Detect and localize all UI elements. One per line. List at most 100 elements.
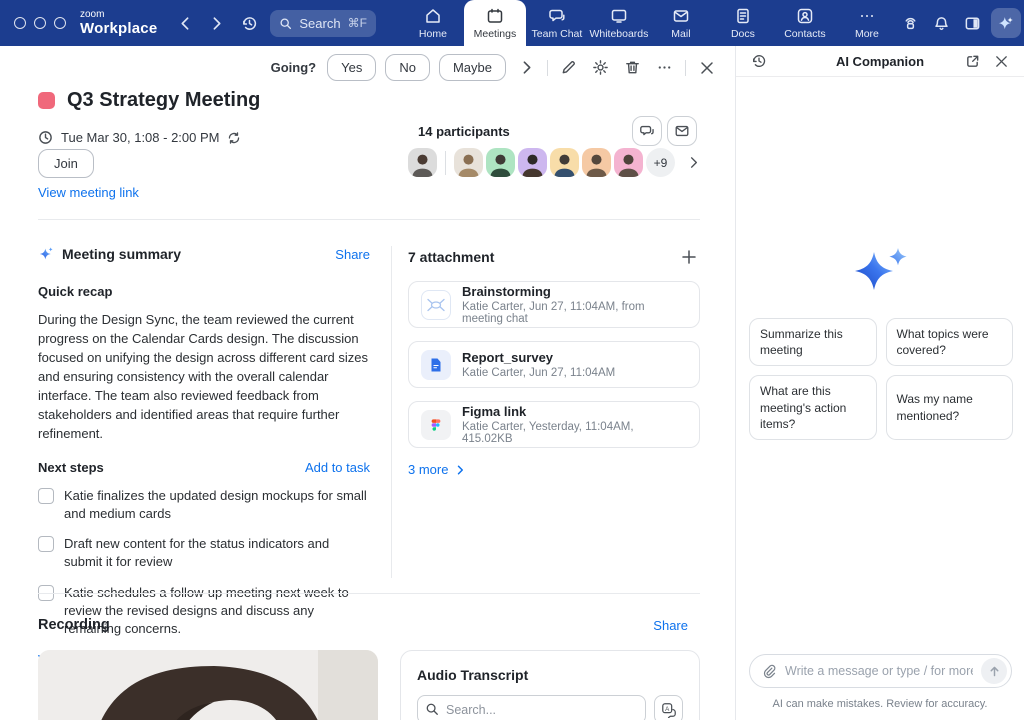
tab-docs[interactable]: Docs: [712, 0, 774, 46]
notifications-button[interactable]: [929, 11, 954, 36]
tab-team-chat[interactable]: Team Chat: [526, 0, 588, 46]
chat-icon: [548, 7, 566, 25]
plus-icon: [680, 248, 698, 266]
avatar[interactable]: [486, 148, 515, 177]
translate-icon: A: [661, 702, 677, 718]
avatar[interactable]: [582, 148, 611, 177]
mail-icon: [672, 7, 690, 25]
ai-chip-name-mentioned[interactable]: Was my name mentioned?: [886, 375, 1014, 440]
ai-sparkle-icon: [997, 15, 1014, 32]
more-icon: [858, 7, 876, 25]
going-label: Going?: [271, 60, 317, 75]
ai-sparkle-icon: [38, 246, 54, 262]
nav-back-button[interactable]: [173, 11, 198, 36]
global-search-input[interactable]: Search ⌘F: [270, 10, 376, 37]
ai-companion-button[interactable]: [991, 8, 1021, 38]
tab-mail-label: Mail: [671, 28, 690, 40]
translate-button[interactable]: A: [654, 695, 683, 720]
view-meeting-link[interactable]: View meeting link: [38, 185, 139, 200]
avatar[interactable]: [408, 148, 437, 177]
audio-transcript-heading: Audio Transcript: [417, 667, 683, 683]
paperclip-icon[interactable]: [762, 664, 777, 679]
attachment-item[interactable]: Figma link Katie Carter, Yesterday, 11:0…: [408, 401, 700, 448]
close-icon: [698, 59, 716, 77]
history-button[interactable]: [237, 11, 262, 36]
divider: [445, 151, 446, 175]
checkbox[interactable]: [38, 536, 54, 552]
meeting-summary-section: Meeting summary Share Quick recap During…: [38, 246, 370, 669]
chevron-left-icon: [177, 15, 194, 32]
search-icon: [279, 17, 292, 30]
meeting-settings-button[interactable]: [589, 56, 612, 79]
transcript-search-input[interactable]: [417, 695, 646, 720]
add-attachment-button[interactable]: [678, 246, 700, 268]
tab-contacts-label: Contacts: [784, 28, 825, 40]
rsvp-maybe-button[interactable]: Maybe: [439, 54, 506, 81]
ai-companion-logo: [736, 246, 1024, 300]
avatar[interactable]: [518, 148, 547, 177]
checkbox[interactable]: [38, 488, 54, 504]
rsvp-no-button[interactable]: No: [385, 54, 430, 81]
close-icon: [994, 54, 1009, 69]
tab-contacts[interactable]: Contacts: [774, 0, 836, 46]
close-panel-button[interactable]: [695, 56, 719, 80]
add-to-task-link[interactable]: Add to task: [305, 460, 370, 475]
summary-share-link[interactable]: Share: [335, 247, 370, 262]
phone-button[interactable]: [898, 11, 923, 36]
ai-close-button[interactable]: [992, 52, 1011, 71]
participants-avatars[interactable]: +9: [408, 148, 701, 177]
send-button[interactable]: [981, 658, 1007, 684]
attachment-item[interactable]: Report_survey Katie Carter, Jun 27, 11:0…: [408, 341, 700, 388]
window-controls[interactable]: [14, 17, 66, 29]
ai-chip-summarize[interactable]: Summarize this meeting: [749, 318, 877, 366]
rsvp-yes-button[interactable]: Yes: [327, 54, 376, 81]
window-close-button[interactable]: [14, 17, 26, 29]
divider: [685, 60, 686, 76]
avatar[interactable]: [454, 148, 483, 177]
tab-mail[interactable]: Mail: [650, 0, 712, 46]
rsvp-expand-button[interactable]: [515, 56, 538, 79]
chevron-right-icon: [208, 15, 225, 32]
ai-chip-topics[interactable]: What topics were covered?: [886, 318, 1014, 366]
whiteboard-thumbnail-icon: [421, 290, 451, 320]
ai-message-input[interactable]: [785, 664, 973, 678]
clock-icon: [38, 130, 53, 145]
contacts-icon: [796, 7, 814, 25]
ai-history-button[interactable]: [749, 51, 769, 71]
quick-recap-text: During the Design Sync, the team reviewe…: [38, 311, 370, 444]
delete-meeting-button[interactable]: [621, 56, 644, 79]
window-minimize-button[interactable]: [34, 17, 46, 29]
attachments-more-link[interactable]: 3 more: [408, 462, 466, 477]
window-zoom-button[interactable]: [54, 17, 66, 29]
participants-expand-button[interactable]: [686, 155, 701, 170]
tab-whiteboards[interactable]: Whiteboards: [588, 0, 650, 46]
email-participants-button[interactable]: [667, 116, 697, 146]
next-step-item: Draft new content for the status indicat…: [38, 535, 370, 571]
participants-overflow-badge[interactable]: +9: [646, 148, 675, 177]
edit-meeting-button[interactable]: [557, 56, 580, 79]
tab-home[interactable]: Home: [402, 0, 464, 46]
arrow-up-icon: [988, 665, 1001, 678]
recording-share-link[interactable]: Share: [653, 618, 688, 633]
avatar[interactable]: [614, 148, 643, 177]
tab-home-label: Home: [419, 28, 447, 40]
chat-participants-button[interactable]: [632, 116, 662, 146]
tab-whiteboards-label: Whiteboards: [589, 28, 648, 40]
tab-more[interactable]: More: [836, 0, 898, 46]
ai-chip-action-items[interactable]: What are this meeting's action items?: [749, 375, 877, 440]
avatar[interactable]: [550, 148, 579, 177]
side-panel-toggle-button[interactable]: [960, 11, 985, 36]
join-button[interactable]: Join: [38, 149, 94, 178]
divider: [38, 219, 700, 220]
next-step-text: Katie finalizes the updated design mocku…: [64, 487, 370, 523]
tab-meetings[interactable]: Meetings: [464, 0, 526, 46]
trash-icon: [624, 59, 641, 76]
next-step-item: Katie finalizes the updated design mocku…: [38, 487, 370, 523]
recording-video-thumbnail[interactable]: [38, 650, 378, 720]
nav-forward-button[interactable]: [204, 11, 229, 36]
attachment-name: Figma link: [462, 404, 687, 419]
more-actions-button[interactable]: [653, 56, 676, 79]
ai-popout-button[interactable]: [963, 52, 982, 71]
logo-zoom: zoom: [80, 10, 157, 20]
attachment-item[interactable]: Brainstorming Katie Carter, Jun 27, 11:0…: [408, 281, 700, 328]
